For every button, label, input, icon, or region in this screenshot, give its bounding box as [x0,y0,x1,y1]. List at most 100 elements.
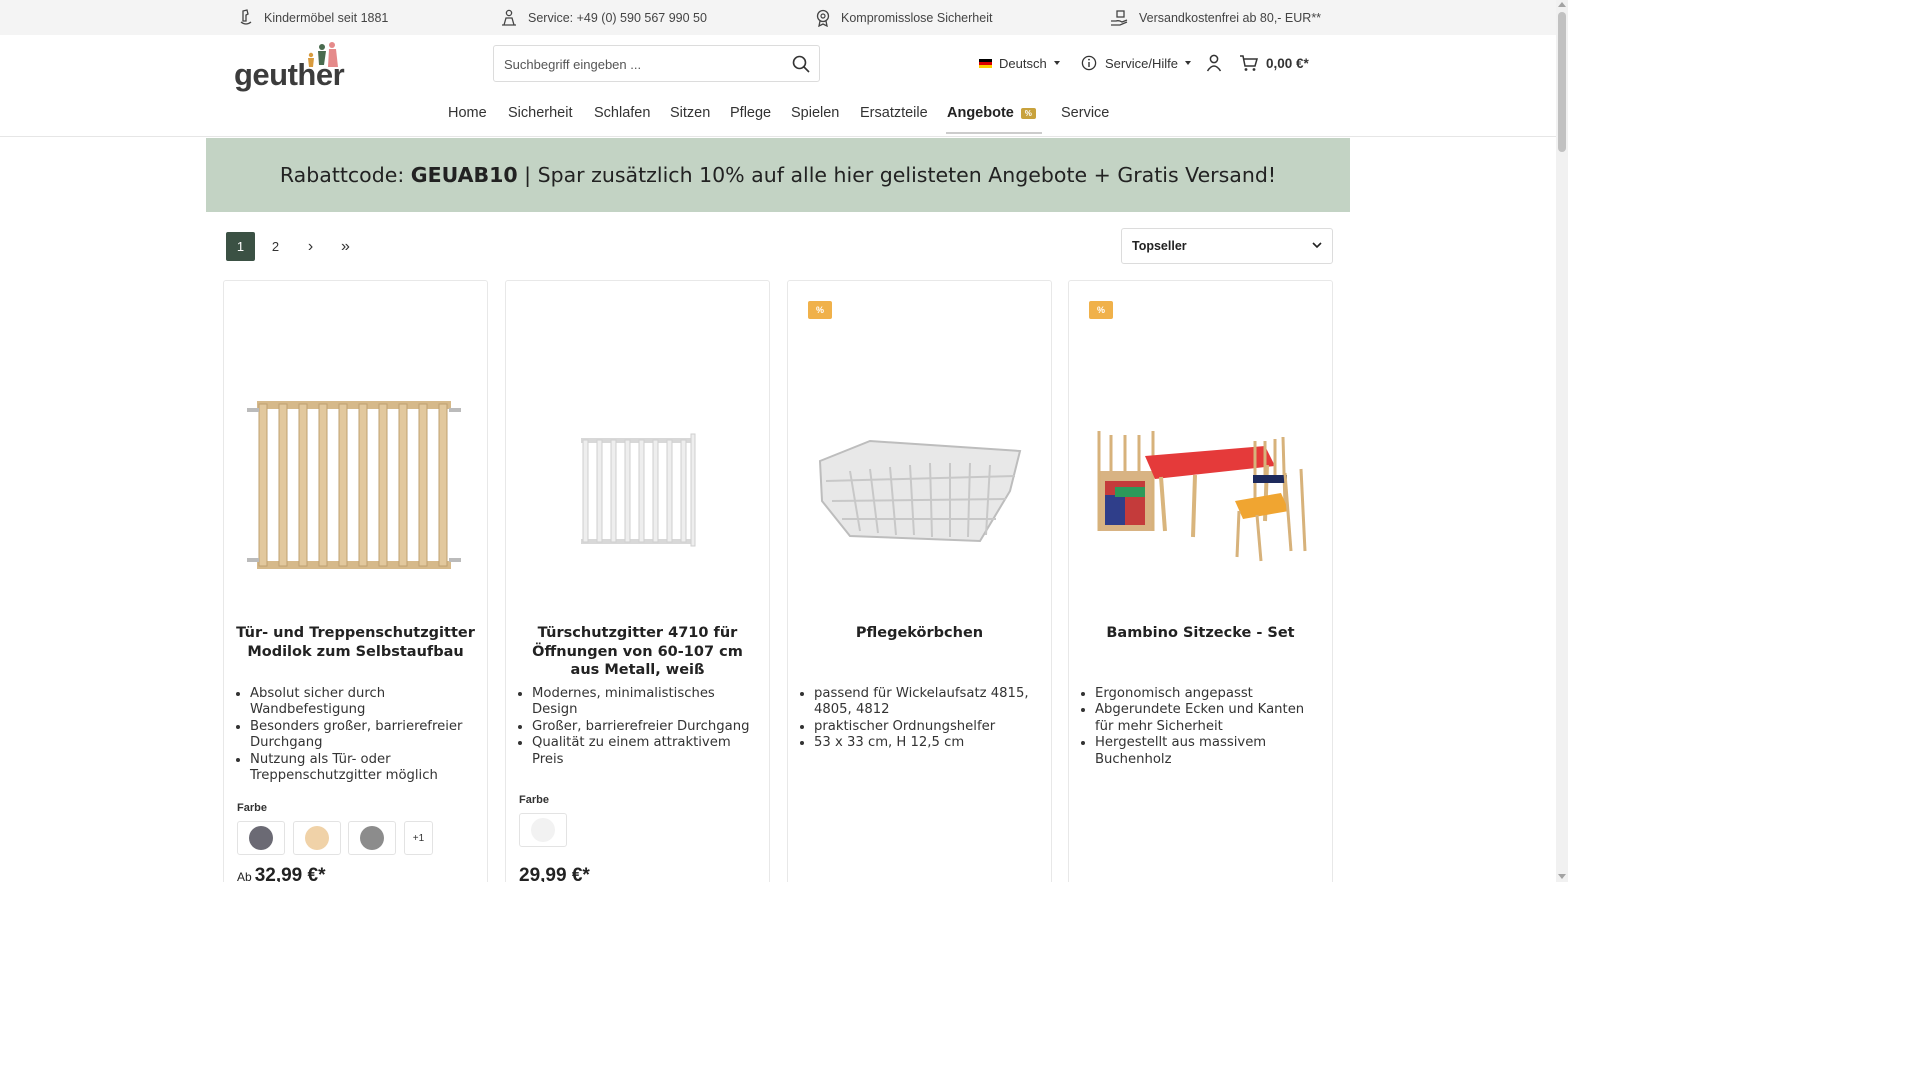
cart-button[interactable]: 0,00 €* [1239,51,1309,75]
next-page-button[interactable]: › [296,232,325,261]
nav-sicherheit[interactable]: Sicherheit [508,105,572,121]
feature-item: 53 x 33 cm, H 12,5 cm [814,735,1042,751]
nav-angebote-label: Angebote [947,105,1014,121]
last-page-button[interactable]: » [331,232,360,261]
discount-badge: % [808,301,832,319]
promo-code: GEUAB10 [410,163,518,187]
sort-selected: Topseller [1132,239,1187,253]
page: Kindermöbel seit 1881 Service: +49 (0) 5… [0,0,1568,882]
page-1-button[interactable]: 1 [226,232,255,261]
product-price: Ab 32,99 €* [237,865,325,882]
product-image[interactable] [802,341,1038,641]
usp-item: Versandkostenfrei ab 80,- EUR** [1110,0,1321,35]
color-swatch[interactable] [237,821,285,855]
hand-package-icon [1111,9,1128,26]
usp-text: Kindermöbel seit 1881 [264,10,389,25]
feature-item: Großer, barrierefreier Durchgang [532,719,760,735]
search-button[interactable] [791,54,811,74]
color-swatch[interactable] [348,821,396,855]
nav-pflege[interactable]: Pflege [730,105,771,121]
usp-text: Versandkostenfrei ab 80,- EUR** [1139,10,1322,25]
promo-prefix: Rabattcode: [279,163,411,187]
search-box [493,45,820,82]
feature-item: Besonders großer, barrierefreier Durchga… [250,719,478,752]
feature-item: Ergonomisch angepasst [1095,686,1323,702]
product-image[interactable] [238,341,474,641]
scroll-up-arrow-icon[interactable] [1558,2,1566,7]
wooden-safety-gate-image [247,401,461,569]
usp-text: Service: +49 (0) 590 567 990 50 [528,10,707,25]
nav-spielen[interactable]: Spielen [791,105,839,121]
product-features: Ergonomisch angepasst Abgerundete Ecken … [1095,686,1323,768]
page-2-button[interactable]: 2 [261,232,290,261]
scrollbar-thumb[interactable] [1558,12,1566,152]
cart-total: 0,00 €* [1266,55,1309,71]
caret-down-icon [1053,61,1060,65]
feature-item: Qualität zu einem attraktivem Preis [532,735,760,768]
product-image[interactable] [520,341,756,641]
logo[interactable]: geuther [234,41,345,93]
product-title[interactable]: Tür- und Treppenschutzgitter Modilok zum… [236,624,475,661]
nav-schlafen[interactable]: Schlafen [594,105,650,121]
price-prefix: Ab [237,870,252,882]
product-title[interactable]: Türschutzgitter 4710 für Öffnungen von 6… [518,624,757,680]
nav-home[interactable]: Home [448,105,487,121]
color-swatch[interactable] [293,821,341,855]
usp-item: Kompromisslose Sicherheit [815,0,992,35]
product-card[interactable]: Türschutzgitter 4710 für Öffnungen von 6… [505,280,770,882]
product-features: Modernes, minimalistisches Design Großer… [532,686,760,768]
color-label: Farbe [237,802,267,814]
search-input[interactable] [504,54,774,74]
safety-award-icon [816,9,830,27]
feature-item: Nutzung als Tür- oder Treppenschutzgitte… [250,752,478,785]
bambino-seating-set-image [1085,411,1317,571]
color-label: Farbe [519,794,549,806]
scroll-down-arrow-icon[interactable] [1558,874,1566,879]
service-menu[interactable]: Service/Hilfe [1081,51,1191,75]
nav-angebote[interactable]: Angebote% [947,105,1036,121]
feature-item: praktischer Ordnungshelfer [814,719,1042,735]
chevron-down-icon [1312,242,1322,249]
header: geuther Deutsch Service/Hilfe 0,00 €* Ho… [0,35,1556,137]
usp-bar: Kindermöbel seit 1881 Service: +49 (0) 5… [0,0,1556,35]
feature-item: Modernes, minimalistisches Design [532,686,760,719]
product-title[interactable]: Bambino Sitzecke - Set [1081,624,1320,643]
care-basket-image [818,439,1022,543]
product-card[interactable]: Tür- und Treppenschutzgitter Modilok zum… [223,280,488,882]
nav-ersatzteile[interactable]: Ersatzteile [860,105,928,121]
product-image[interactable] [1083,341,1319,641]
usp-item: Kindermöbel seit 1881 [238,0,388,35]
product-title[interactable]: Pflegekörbchen [800,624,1039,643]
language-switcher[interactable]: Deutsch [979,51,1060,75]
product-features: passend für Wickelaufsatz 4815, 4805, 48… [814,686,1042,752]
logo-text: geuther [234,57,345,92]
product-features: Absolut sicher durch Wandbefestigung Bes… [250,686,478,784]
discount-badge: % [1020,108,1036,119]
promo-banner: Rabattcode: GEUAB10 | Spar zusätzlich 10… [206,138,1350,212]
feature-item: Absolut sicher durch Wandbefestigung [250,686,478,719]
price-value: 32,99 €* [254,865,326,882]
nav-service[interactable]: Service [1061,105,1109,121]
service-person-icon [502,9,516,26]
product-card[interactable]: % Bambino Sitzecke - Set • Ergonomisch a… [1068,280,1333,882]
product-card[interactable]: % Pflegekörbchen passend für Wickelaufsa… [787,280,1052,882]
white-metal-gate-image [581,433,696,547]
service-menu-label: Service/Hilfe [1105,55,1178,71]
usp-text: Kompromisslose Sicherheit [841,10,993,25]
cart-icon [1240,55,1258,71]
account-button[interactable] [1206,51,1222,75]
main-nav: Home Sicherheit Schlafen Sitzen Pflege S… [0,103,1556,137]
user-icon [1206,54,1222,72]
promo-text: | Spar zusätzlich 10% auf alle hier geli… [517,163,1277,187]
more-colors-button[interactable]: +1 [404,821,433,855]
rocking-horse-icon [240,8,252,25]
usp-item: Service: +49 (0) 590 567 990 50 [500,0,707,35]
sort-select[interactable]: Topseller [1121,228,1333,264]
nav-sitzen[interactable]: Sitzen [670,105,710,121]
feature-item: Hergestellt aus massivem Buchenholz [1095,735,1323,768]
feature-item: Abgerundete Ecken und Kanten für mehr Si… [1095,702,1323,735]
color-swatch[interactable] [519,813,567,847]
scrollbar[interactable] [1556,0,1568,882]
caret-down-icon [1184,61,1191,65]
search-icon [792,55,810,73]
